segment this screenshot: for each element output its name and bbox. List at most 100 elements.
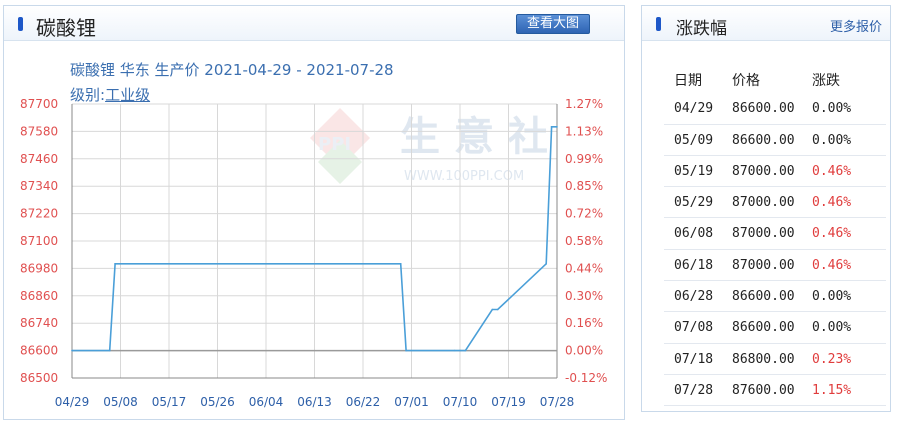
row-change: 0.00%: [812, 289, 852, 305]
row-change: 0.00%: [812, 132, 852, 148]
table-row: 05/19 87000.00 0.46%: [664, 156, 886, 188]
x-tick-label: 07/01: [394, 395, 429, 409]
watermark-text: 生 意 社: [400, 114, 548, 160]
row-date: 07/28: [674, 382, 714, 398]
right-tick-label: 0.00%: [565, 344, 603, 358]
table-row: 05/09 86600.00 0.00%: [664, 125, 886, 156]
left-axis: 87700 87580 87460 87340 87220 87100 86980 86860…: [20, 97, 58, 385]
data-point: [453, 349, 456, 352]
left-tick-label: 87220: [20, 207, 58, 221]
right-tick-label: 1.13%: [565, 124, 603, 138]
x-tick-label: 07/10: [443, 395, 478, 409]
more-quotes-link[interactable]: 更多报价: [830, 16, 882, 35]
row-price: 86600.00: [732, 132, 795, 148]
row-change: 0.46%: [812, 163, 852, 179]
data-point: [545, 263, 548, 265]
watermark-url: WWW.100PPI.COM: [404, 169, 524, 184]
x-tick-label: 07/28: [540, 395, 575, 409]
data-point: [464, 349, 467, 352]
table-header: 日期 价格 涨跌: [664, 62, 886, 93]
row-date: 07/18: [674, 351, 714, 367]
data-point: [71, 349, 73, 352]
row-price: 87000.00: [732, 195, 795, 211]
table-row: 06/18 87000.00 0.46%: [664, 250, 886, 282]
header-change: 涨跌: [812, 73, 840, 89]
table-row: 07/18 86800.00 0.23%: [664, 344, 886, 375]
row-change: 0.00%: [812, 320, 852, 336]
watermark-logo-icon: PPI: [310, 108, 370, 184]
right-tick-label: 0.30%: [565, 289, 603, 303]
left-tick-label: 86600: [20, 344, 58, 358]
table-row: 07/28 87600.00 1.15%: [664, 375, 886, 407]
data-point: [108, 349, 111, 352]
row-change: 0.00%: [812, 101, 852, 117]
row-date: 06/28: [674, 289, 714, 305]
row-price: 86600.00: [732, 289, 795, 305]
change-panel: 涨跌幅 更多报价 日期 价格 涨跌 04/29 86600.00 0.00% 05/0…: [641, 5, 891, 412]
left-tick-label: 87460: [20, 152, 58, 166]
data-point: [114, 263, 116, 265]
row-price: 87600.00: [732, 382, 795, 398]
header-date: 日期: [674, 73, 702, 89]
row-change: 0.46%: [812, 257, 852, 273]
header-price: 价格: [732, 73, 760, 89]
x-tick-label: 05/08: [103, 395, 138, 409]
right-tick-label: 0.16%: [565, 316, 603, 330]
right-tick-label: 0.44%: [565, 261, 603, 275]
right-tick-label: 0.72%: [565, 207, 603, 221]
table-body: 04/29 86600.00 0.00% 05/09 86600.00 0.00% 05/1…: [664, 93, 886, 407]
row-price: 87000.00: [732, 226, 795, 242]
change-panel-title: 涨跌幅: [676, 19, 727, 39]
left-tick-label: 87580: [20, 124, 58, 138]
x-tick-label: 05/26: [200, 395, 235, 409]
row-date: 05/19: [674, 163, 714, 179]
row-price: 87000.00: [732, 257, 795, 273]
right-tick-label: -0.12%: [565, 371, 607, 385]
right-axis: 1.27% 1.13% 0.99% 0.85% 0.72% 0.58% 0.44% 0.30%…: [565, 97, 607, 385]
right-tick-label: 0.85%: [565, 179, 603, 193]
row-price: 86800.00: [732, 351, 795, 367]
left-tick-label: 86500: [20, 371, 58, 385]
right-tick-label: 0.99%: [565, 152, 603, 166]
table-row: 04/29 86600.00 0.00%: [664, 93, 886, 125]
row-date: 06/08: [674, 226, 714, 242]
change-panel-header: 涨跌幅 更多报价: [642, 6, 890, 41]
table-row: 07/08 86600.00 0.00%: [664, 312, 886, 344]
row-date: 07/08: [674, 320, 714, 336]
header-bar-icon: [656, 17, 661, 31]
left-tick-label: 86860: [20, 289, 58, 303]
right-tick-label: 1.27%: [565, 97, 603, 111]
row-date: 05/29: [674, 195, 714, 211]
svg-text:PPI: PPI: [318, 134, 351, 155]
left-tick-label: 86740: [20, 316, 58, 330]
row-change: 1.15%: [812, 382, 852, 398]
table-row: 06/28 86600.00 0.00%: [664, 281, 886, 313]
row-price: 86600.00: [732, 101, 795, 117]
row-date: 05/09: [674, 132, 714, 148]
row-change: 0.46%: [812, 195, 852, 211]
x-axis: 04/29 05/08 05/17 05/26 06/04 06/13 06/22 07/01…: [55, 395, 575, 409]
x-tick-label: 06/22: [346, 395, 381, 409]
data-point: [491, 308, 494, 311]
x-tick-label: 07/19: [491, 395, 526, 409]
right-tick-label: 0.58%: [565, 234, 603, 248]
row-price: 87000.00: [732, 163, 795, 179]
row-date: 04/29: [674, 101, 714, 117]
data-point: [399, 263, 402, 265]
table-row: 05/29 87000.00 0.46%: [664, 187, 886, 219]
data-point: [556, 126, 558, 128]
x-tick-label: 05/17: [152, 395, 187, 409]
row-date: 06/18: [674, 257, 714, 273]
row-change: 0.23%: [812, 351, 852, 367]
left-tick-label: 86980: [20, 261, 58, 275]
left-tick-label: 87340: [20, 179, 58, 193]
data-point: [405, 349, 407, 352]
x-tick-label: 06/13: [297, 395, 332, 409]
price-table: 日期 价格 涨跌 04/29 86600.00 0.00% 05/09 86600.00…: [664, 62, 886, 407]
data-point: [459, 349, 461, 352]
left-tick-label: 87700: [20, 97, 58, 111]
row-price: 86600.00: [732, 320, 795, 336]
x-tick-label: 04/29: [55, 395, 90, 409]
x-tick-label: 06/04: [249, 395, 284, 409]
data-point: [496, 308, 499, 311]
